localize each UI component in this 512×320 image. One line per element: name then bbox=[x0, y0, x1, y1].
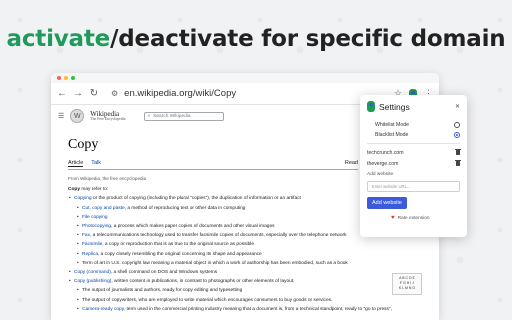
rate-extension-link[interactable]: ♥ Rate extension bbox=[367, 215, 460, 221]
add-website-button[interactable]: Add website bbox=[367, 197, 407, 209]
site-info-icon[interactable]: ⚙ bbox=[111, 89, 118, 98]
headline-rest: /deactivate for specific domain bbox=[110, 26, 506, 52]
article-link[interactable]: Copy (command) bbox=[74, 270, 111, 275]
blacklist-mode-option[interactable]: Blacklist Mode bbox=[367, 130, 460, 140]
blacklist-mode-label: Blacklist Mode bbox=[375, 132, 409, 138]
tab-read[interactable]: Read bbox=[345, 160, 358, 167]
tab-talk[interactable]: Talk bbox=[91, 160, 101, 167]
wikipedia-globe-icon[interactable]: W bbox=[70, 109, 85, 123]
list-item: Facsimile, a copy or reproduction that i… bbox=[76, 240, 428, 249]
article-link[interactable]: Facsimile bbox=[82, 242, 102, 247]
back-arrow-icon[interactable]: ← bbox=[57, 88, 67, 99]
delete-icon[interactable] bbox=[455, 148, 461, 155]
delete-icon[interactable] bbox=[455, 159, 461, 166]
site-list-item: theverge.com bbox=[367, 158, 461, 169]
wiki-tagline: The Free Encyclopedia bbox=[90, 116, 126, 121]
rate-extension-label: Rate extension bbox=[397, 215, 430, 221]
settings-popup: Settings ✕ Whitelist Mode Blacklist Mode… bbox=[360, 95, 467, 237]
list-item: Copy (publishing), written content in pu… bbox=[68, 277, 428, 286]
article-link[interactable]: Copying bbox=[74, 196, 92, 201]
page-headline: activate/deactivate for specific domain bbox=[0, 26, 512, 52]
article-link[interactable]: Cut, copy and paste bbox=[82, 206, 125, 211]
address-bar[interactable]: ⚙ en.wikipedia.org/wiki/Copy bbox=[105, 86, 388, 102]
article-tabs: Article Talk Read bbox=[68, 160, 358, 170]
website-url-placeholder: Enter website URL... bbox=[372, 184, 411, 189]
close-icon[interactable]: ✕ bbox=[455, 103, 460, 110]
whitelist-radio[interactable] bbox=[454, 122, 460, 128]
whitelist-mode-label: Whitelist Mode bbox=[375, 122, 410, 128]
wiki-search-input[interactable]: ⌕ Search Wikipedia bbox=[143, 111, 224, 121]
article-link[interactable]: Replica bbox=[82, 252, 98, 257]
popup-title: Settings bbox=[379, 101, 410, 112]
site-list-item: techcrunch.com bbox=[367, 147, 461, 158]
reload-icon[interactable]: ↻ bbox=[89, 88, 99, 99]
site-name: theverge.com bbox=[367, 160, 399, 167]
address-url: en.wikipedia.org/wiki/Copy bbox=[124, 88, 237, 99]
maximize-window-dot[interactable] bbox=[71, 76, 75, 80]
list-item: The output of journalists and authors, r… bbox=[76, 286, 428, 295]
list-item: The output of copywriters, who are emplo… bbox=[76, 296, 428, 305]
extension-logo-icon bbox=[367, 101, 375, 112]
article-link[interactable]: Photocopying bbox=[82, 224, 111, 229]
article-link[interactable]: Camera-ready copy bbox=[82, 307, 124, 312]
wiki-brand[interactable]: Wikipedia The Free Encyclopedia bbox=[90, 110, 126, 122]
list-item: Copy (command), a shell command on DOS a… bbox=[68, 268, 428, 277]
heart-icon: ♥ bbox=[391, 215, 395, 221]
close-window-dot[interactable] bbox=[57, 76, 61, 80]
list-item: Term of art in U.S. copyright law meanin… bbox=[76, 259, 428, 268]
search-icon: ⌕ bbox=[147, 114, 151, 119]
add-website-label: Add website bbox=[367, 172, 394, 177]
whitelist-mode-option[interactable]: Whitelist Mode bbox=[367, 120, 460, 130]
website-url-input[interactable]: Enter website URL... bbox=[367, 181, 460, 192]
blacklist-radio[interactable] bbox=[454, 132, 460, 138]
forward-arrow-icon[interactable]: → bbox=[73, 88, 83, 99]
wiki-search-placeholder: Search Wikipedia bbox=[153, 113, 191, 119]
list-item: Camera-ready copy, term used in the comm… bbox=[76, 305, 428, 314]
article-link[interactable]: File copying bbox=[82, 215, 108, 220]
tab-article[interactable]: Article bbox=[68, 160, 84, 167]
hamburger-icon[interactable]: ☰ bbox=[58, 112, 64, 120]
divider bbox=[367, 143, 460, 144]
list-item: Replica, a copy closely resembling the o… bbox=[76, 250, 428, 259]
headline-accent: activate bbox=[6, 26, 111, 52]
site-name: techcrunch.com bbox=[367, 149, 404, 156]
popup-header: Settings ✕ bbox=[367, 101, 460, 112]
title-bar bbox=[51, 73, 439, 83]
article-link[interactable]: Fax bbox=[82, 233, 90, 238]
article-link[interactable]: Copy (publishing) bbox=[74, 279, 111, 284]
minimize-window-dot[interactable] bbox=[64, 76, 68, 80]
article-thumbnail: A B C D EF G H I JK L M N O bbox=[392, 273, 422, 295]
